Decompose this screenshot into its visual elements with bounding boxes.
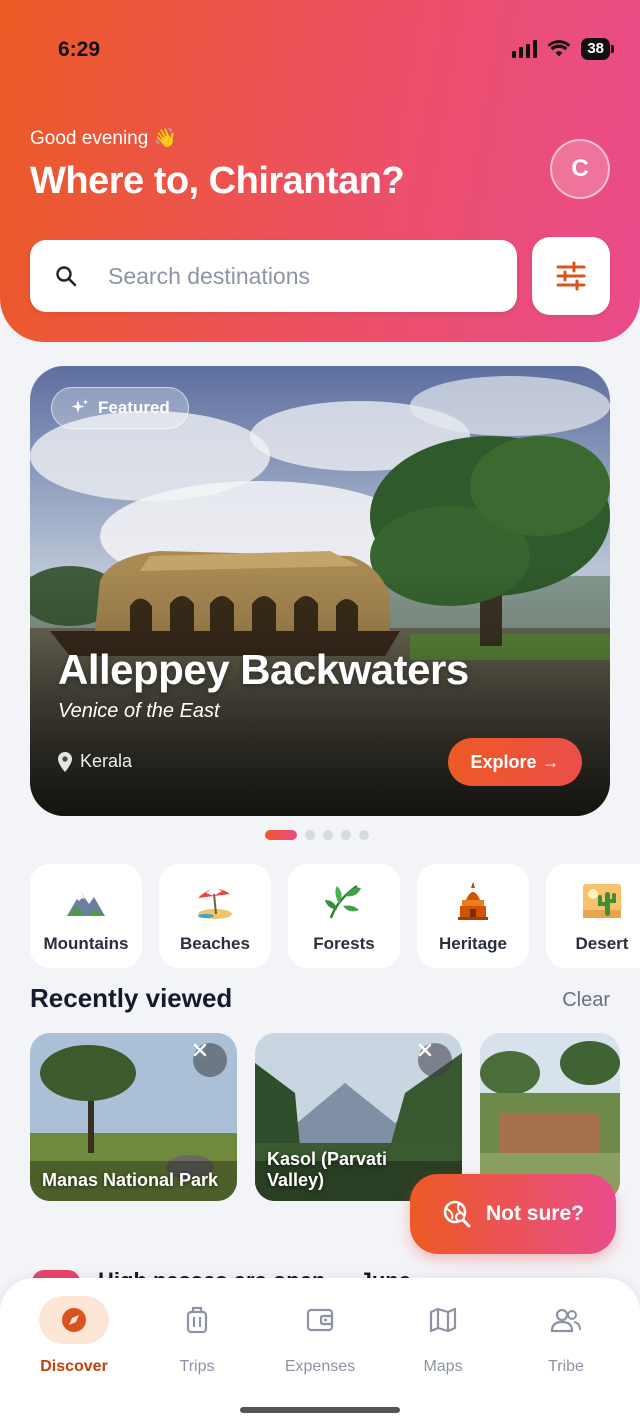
- not-sure-label: Not sure?: [485, 1202, 584, 1225]
- nav-label: Trips: [179, 1358, 215, 1375]
- temple-icon: [458, 882, 488, 920]
- nav-tribe[interactable]: Tribe: [506, 1296, 626, 1376]
- category-label: Desert: [575, 934, 629, 953]
- nav-maps[interactable]: Maps: [383, 1296, 503, 1376]
- greeting-text: Good evening 👋: [30, 128, 178, 149]
- remove-recent-button[interactable]: [193, 1043, 227, 1077]
- category-label: Forests: [313, 934, 375, 953]
- featured-subtitle: Venice of the East: [58, 700, 220, 722]
- carousel-dot[interactable]: [359, 830, 369, 840]
- featured-badge-label: Featured: [98, 398, 170, 417]
- close-icon: [193, 1043, 207, 1057]
- luggage-icon: [186, 1306, 208, 1334]
- leaf-icon: [325, 885, 361, 919]
- filter-button[interactable]: [532, 237, 610, 315]
- featured-badge: Featured: [51, 387, 189, 429]
- header-panel: 6:29 38 Good evening 👋 Where to, Chirant…: [0, 0, 640, 342]
- battery-indicator: 38: [581, 38, 614, 60]
- nav-icon-wrap: [39, 1296, 109, 1344]
- people-icon: [550, 1308, 581, 1333]
- home-indicator: [240, 1407, 400, 1413]
- sliders-icon: [556, 261, 586, 291]
- mountain-icon: [67, 892, 105, 916]
- category-label: Heritage: [438, 934, 508, 953]
- category-mountains[interactable]: Mountains: [30, 864, 142, 968]
- carousel-dot-active[interactable]: [265, 830, 297, 840]
- nav-icon-wrap: [285, 1296, 355, 1344]
- nav-icon-wrap: [531, 1296, 601, 1344]
- explore-button[interactable]: Explore →: [448, 738, 582, 786]
- search-input[interactable]: [108, 262, 488, 290]
- cactus-icon: [583, 884, 621, 918]
- category-label: Mountains: [43, 934, 129, 953]
- category-desert[interactable]: Desert: [546, 864, 640, 968]
- nav-label: Discover: [40, 1358, 108, 1375]
- category-label: Beaches: [180, 934, 250, 953]
- nav-label: Tribe: [548, 1358, 584, 1375]
- search-globe-icon: [443, 1200, 471, 1228]
- clear-recent-button[interactable]: Clear: [562, 989, 610, 1012]
- category-row: Mountains Beaches Forests Heritage Deser…: [30, 864, 640, 968]
- status-time: 6:29: [58, 38, 101, 61]
- category-heritage[interactable]: Heritage: [417, 864, 529, 968]
- nav-discover[interactable]: Discover: [14, 1296, 134, 1376]
- featured-destination-card[interactable]: Featured Alleppey Backwaters Venice of t…: [30, 366, 610, 816]
- search-bar[interactable]: [30, 240, 517, 312]
- beach-umbrella-icon: [198, 888, 232, 919]
- bottom-nav-bar: Discover Trips Expenses Maps Tribe: [0, 1278, 640, 1428]
- close-icon: [418, 1043, 432, 1057]
- category-forests[interactable]: Forests: [288, 864, 400, 968]
- featured-location: Kerala: [58, 751, 132, 772]
- carousel-pagination: [265, 830, 369, 840]
- wifi-icon: [547, 40, 571, 57]
- nav-trips[interactable]: Trips: [137, 1296, 257, 1376]
- page-title: Where to, Chirantan?: [30, 160, 405, 202]
- location-pin-icon: [58, 751, 72, 772]
- nav-expenses[interactable]: Expenses: [260, 1296, 380, 1376]
- recently-viewed-heading: Recently viewed: [30, 983, 233, 1013]
- wallet-icon: [306, 1308, 334, 1332]
- search-icon: [56, 266, 77, 287]
- carousel-dot[interactable]: [305, 830, 315, 840]
- avatar[interactable]: C: [550, 139, 610, 199]
- compass-icon: [62, 1308, 86, 1332]
- carousel-dot[interactable]: [341, 830, 351, 840]
- sparkle-icon: [71, 399, 89, 413]
- category-beaches[interactable]: Beaches: [159, 864, 271, 968]
- recent-card[interactable]: Manas National Park: [30, 1033, 237, 1201]
- featured-title: Alleppey Backwaters: [58, 646, 469, 693]
- nav-icon-wrap: [408, 1296, 478, 1344]
- featured-location-label: Kerala: [80, 751, 133, 771]
- remove-recent-button[interactable]: [418, 1043, 452, 1077]
- map-icon: [429, 1307, 457, 1333]
- recent-card-title: Manas National Park: [42, 1170, 219, 1190]
- nav-label: Maps: [423, 1358, 463, 1375]
- nav-label: Expenses: [284, 1358, 356, 1375]
- not-sure-button[interactable]: Not sure?: [410, 1174, 616, 1254]
- carousel-dot[interactable]: [323, 830, 333, 840]
- status-icons: 38: [512, 38, 614, 60]
- nav-icon-wrap: [162, 1296, 232, 1344]
- cellular-signal-icon: [512, 40, 538, 58]
